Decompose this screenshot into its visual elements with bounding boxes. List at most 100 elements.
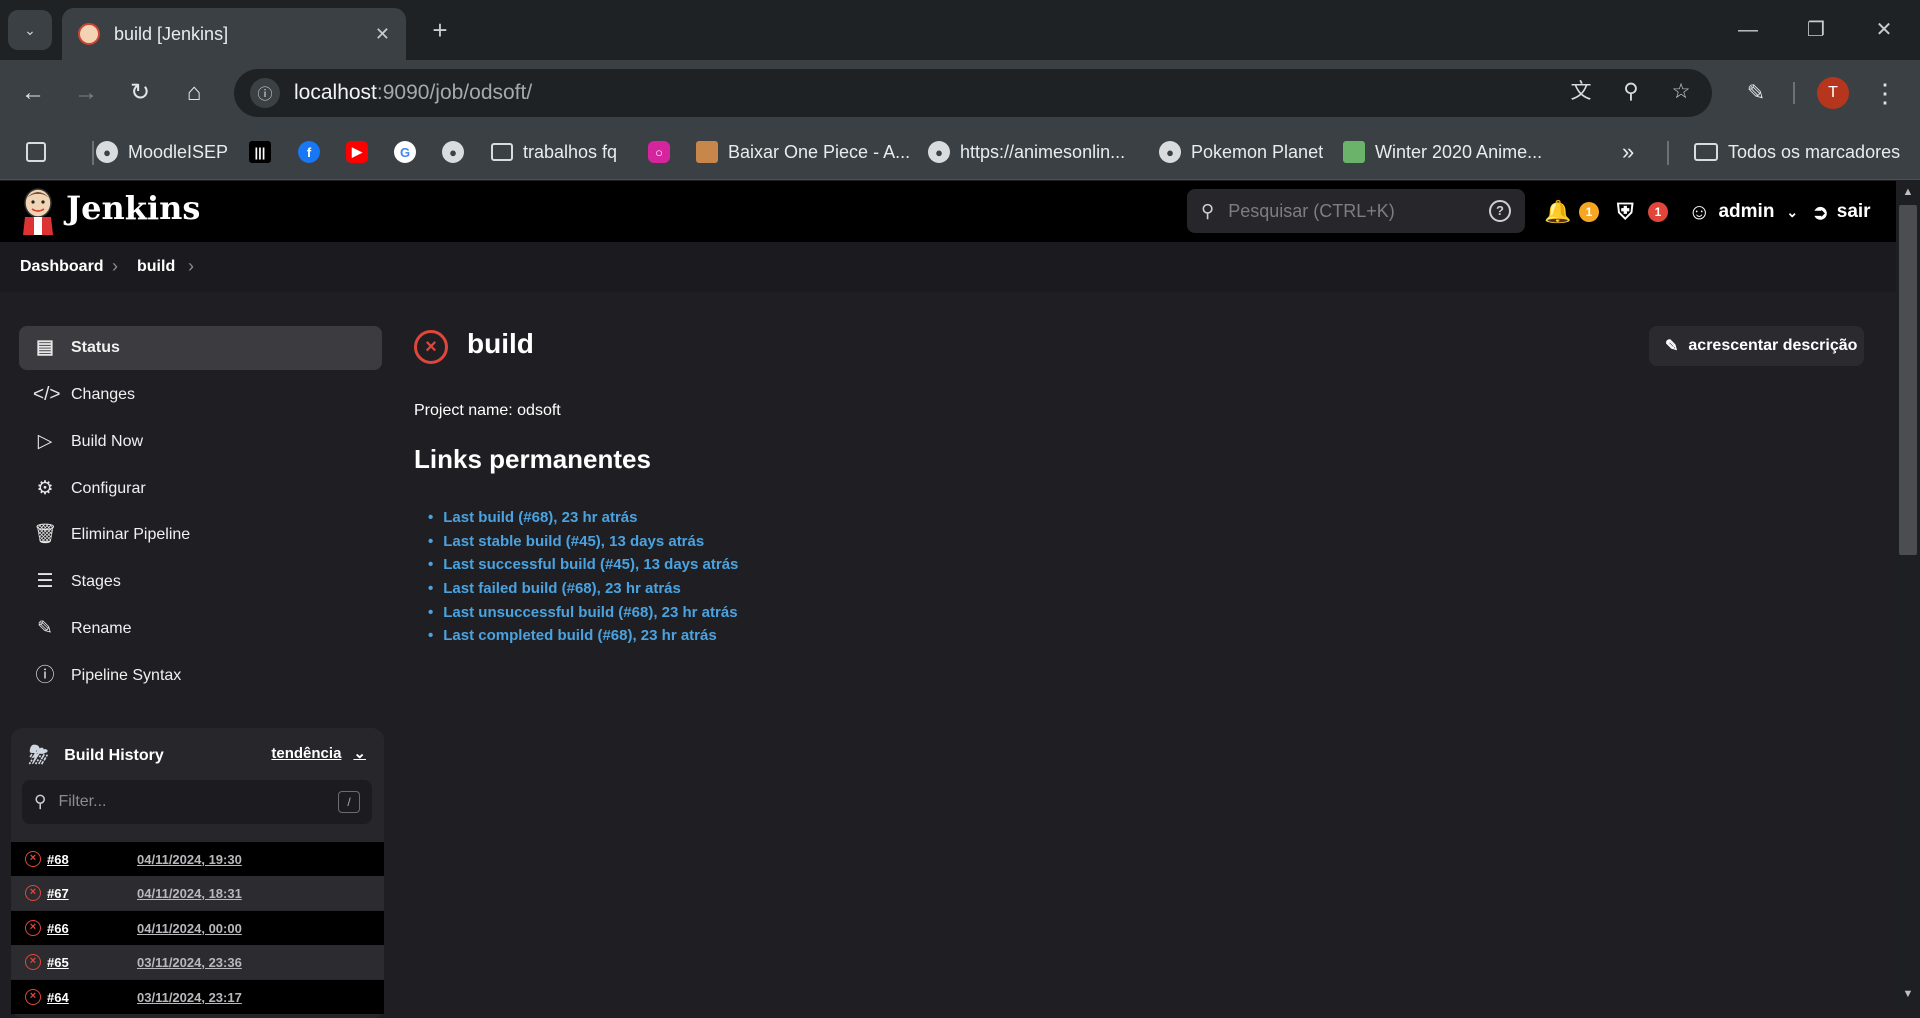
bookmark-onepiece[interactable]: Baixar One Piece - A... — [696, 135, 910, 169]
trash-icon: 🗑 — [33, 524, 58, 545]
build-number-link[interactable]: #67 — [47, 886, 137, 901]
permalink-last-completed-build[interactable]: Last completed build (#68), 23 hr atrás — [440, 624, 738, 648]
back-arrow-icon[interactable]: ← — [13, 73, 53, 113]
jenkins-brand[interactable]: Jenkins — [66, 189, 200, 227]
minimize-icon[interactable]: — — [1728, 12, 1768, 48]
close-window-icon[interactable]: ✕ — [1864, 12, 1904, 48]
browser-tab[interactable]: build [Jenkins] ✕ — [62, 8, 406, 60]
piano-icon: ||| — [249, 141, 271, 163]
address-bar[interactable]: ⓘ localhost:9090/job/odsoft/ 文 ⚲ ☆ — [234, 69, 1712, 117]
permalink-last-failed-build[interactable]: Last failed build (#68), 23 hr atrás — [440, 577, 738, 601]
jenkins-search-box[interactable]: ⚲ ? — [1187, 189, 1525, 233]
facebook-icon: f — [298, 141, 320, 163]
sidebar-item-rename[interactable]: ✎ Rename — [19, 607, 382, 651]
scrollbar-thumb[interactable] — [1899, 205, 1917, 555]
browser-tabstrip: ⌄ build [Jenkins] ✕ + — ❐ ✕ — [0, 0, 1920, 60]
bookmark-folder-trabalhos[interactable]: trabalhos fq — [491, 135, 617, 169]
scroll-up-arrow-icon[interactable]: ▲ — [1900, 186, 1916, 202]
anime-icon — [1343, 141, 1365, 163]
bookmark-youtube[interactable]: ▶ — [346, 135, 368, 169]
sidebar-item-configurar[interactable]: ⚙ Configurar — [19, 467, 382, 511]
home-icon[interactable]: ⌂ — [174, 73, 214, 113]
permalink-last-unsuccessful-build[interactable]: Last unsuccessful build (#68), 23 hr atr… — [440, 600, 738, 624]
bookmark-star-icon[interactable]: ☆ — [1664, 75, 1698, 109]
add-description-button[interactable]: ✎ acrescentar descrição — [1649, 326, 1864, 366]
build-row[interactable]: × #64 03/11/2024, 23:17 — [11, 980, 384, 1014]
search-icon: ⚲ — [1201, 200, 1215, 221]
globe-icon: ● — [96, 141, 118, 163]
build-filter-box[interactable]: ⚲ / — [22, 780, 372, 824]
browser-menu-icon[interactable]: ⋮ — [1870, 73, 1900, 113]
restore-icon[interactable]: ❐ — [1796, 12, 1836, 48]
bookmark-google[interactable]: G — [394, 135, 416, 169]
build-history-header: ⛈ Build History — [29, 742, 164, 770]
search-icon: ⚲ — [34, 792, 47, 811]
build-number-link[interactable]: #65 — [47, 955, 137, 970]
profile-avatar[interactable]: T — [1817, 77, 1849, 109]
sidebar-item-stages[interactable]: ☰ Stages — [19, 560, 382, 604]
build-number-link[interactable]: #68 — [47, 852, 137, 867]
permalink-last-build[interactable]: Last build (#68), 23 hr atrás — [440, 506, 738, 530]
new-tab-plus-icon[interactable]: + — [424, 14, 456, 46]
breadcrumb-chevron-icon[interactable]: › — [188, 256, 194, 277]
user-menu[interactable]: ☺ admin ⌄ — [1688, 195, 1798, 229]
bookmark-facebook[interactable]: f — [298, 135, 320, 169]
apps-grid-icon[interactable] — [26, 135, 46, 169]
build-number-link[interactable]: #64 — [47, 990, 137, 1005]
bookmark-instagram[interactable]: ○ — [648, 135, 670, 169]
build-row[interactable]: × #65 03/11/2024, 23:36 — [11, 945, 384, 979]
scroll-down-arrow-icon[interactable]: ▼ — [1900, 988, 1916, 1004]
tab-search-chevron-icon[interactable]: ⌄ — [8, 10, 52, 50]
build-row[interactable]: × #66 04/11/2024, 00:00 — [11, 911, 384, 945]
build-date-link[interactable]: 03/11/2024, 23:17 — [137, 990, 242, 1005]
sidebar-item-label: Build Now — [71, 433, 144, 450]
build-date-link[interactable]: 04/11/2024, 18:31 — [137, 886, 242, 901]
translate-icon[interactable]: 文 — [1564, 75, 1598, 109]
more-bookmarks-chevron-icon[interactable]: » — [1622, 135, 1634, 169]
logout-button[interactable]: ➲ sair — [1812, 195, 1871, 229]
sidebar-item-label: Eliminar Pipeline — [71, 526, 191, 543]
site-info-icon[interactable]: ⓘ — [250, 78, 280, 108]
build-date-link[interactable]: 03/11/2024, 23:36 — [137, 955, 242, 970]
chevron-down-icon[interactable]: ⌄ — [353, 744, 366, 762]
jenkins-logo-icon[interactable] — [20, 187, 56, 235]
permalink-last-stable-build[interactable]: Last stable build (#45), 13 days atrás — [440, 530, 738, 554]
extensions-puzzle-icon[interactable]: ✎ — [1736, 73, 1776, 113]
trend-link[interactable]: tendência ⌄ — [271, 744, 366, 763]
sidebar-item-build-now[interactable]: ▷ Build Now — [19, 420, 382, 464]
trend-label: tendência — [271, 744, 342, 762]
sidebar-item-pipeline-syntax[interactable]: ⓘ Pipeline Syntax — [19, 654, 382, 698]
build-date-link[interactable]: 04/11/2024, 00:00 — [137, 921, 242, 936]
notifications-bell-icon[interactable]: 🔔 — [1544, 195, 1571, 229]
sidebar-item-label: Changes — [71, 386, 136, 403]
breadcrumb-build[interactable]: build — [137, 258, 175, 276]
security-badge: 1 — [1648, 202, 1668, 222]
build-row[interactable]: × #67 04/11/2024, 18:31 — [11, 876, 384, 910]
tab-close-icon[interactable]: ✕ — [375, 24, 390, 45]
sidebar-item-status[interactable]: ▤ Status — [19, 326, 382, 370]
permalink-last-successful-build[interactable]: Last successful build (#45), 13 days atr… — [440, 553, 738, 577]
sidebar-item-eliminar-pipeline[interactable]: 🗑 Eliminar Pipeline — [19, 513, 382, 557]
permalinks-heading: Links permanentes — [414, 444, 651, 474]
bookmark-globe[interactable]: ● — [442, 135, 464, 169]
build-filter-input[interactable] — [58, 793, 338, 811]
reload-icon[interactable]: ↻ — [120, 73, 160, 113]
breadcrumb-dashboard[interactable]: Dashboard — [20, 258, 104, 276]
bookmark-moodle[interactable]: ● MoodleISEP — [96, 135, 228, 169]
all-bookmarks-folder[interactable]: Todos os marcadores — [1694, 135, 1900, 169]
chevron-down-icon: ⌄ — [1786, 203, 1799, 220]
bookmark-winter-anime[interactable]: Winter 2020 Anime... — [1343, 135, 1542, 169]
zoom-icon[interactable]: ⚲ — [1614, 75, 1648, 109]
search-help-icon[interactable]: ? — [1489, 200, 1511, 222]
build-number-link[interactable]: #66 — [47, 921, 137, 936]
security-shield-icon[interactable]: ⛨ — [1617, 195, 1634, 229]
sidebar-item-changes[interactable]: </> Changes — [19, 373, 382, 417]
forward-arrow-icon[interactable]: → — [66, 73, 106, 113]
bookmark-pokemon[interactable]: ● Pokemon Planet — [1159, 135, 1323, 169]
bookmark-animesonline[interactable]: ● https://animesonlin... — [928, 135, 1125, 169]
build-row[interactable]: × #68 04/11/2024, 19:30 — [11, 842, 384, 876]
failure-x-icon: × — [25, 954, 41, 970]
jenkins-search-input[interactable] — [1228, 200, 1489, 222]
build-date-link[interactable]: 04/11/2024, 19:30 — [137, 852, 242, 867]
bookmark-piano[interactable]: ||| — [249, 135, 271, 169]
